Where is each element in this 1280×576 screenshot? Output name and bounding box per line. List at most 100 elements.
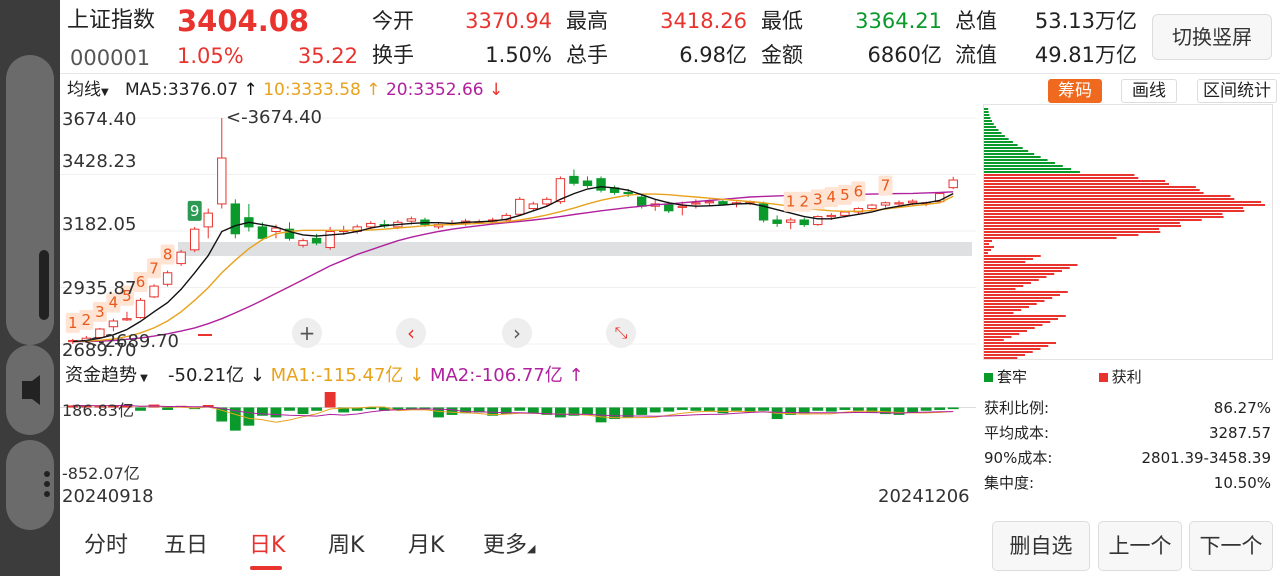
- legend-profit: 获利: [1111, 368, 1142, 386]
- badge-text: 6: [136, 273, 146, 291]
- zoom-out-button[interactable]: [190, 318, 220, 348]
- chip-bar: [984, 108, 989, 110]
- chip-bar: [984, 150, 1029, 152]
- chip-bar: [984, 132, 1002, 134]
- price-tick-4: 2935.87: [62, 278, 137, 299]
- range-stats-button[interactable]: 区间统计: [1197, 79, 1277, 103]
- chip-bar: [984, 228, 1160, 230]
- badge-text: 7: [881, 177, 891, 195]
- chip-bar: [984, 180, 1166, 182]
- turnover-label: 换手: [372, 43, 414, 67]
- fund-flow-chart[interactable]: [60, 390, 976, 480]
- candle-body: [257, 226, 268, 239]
- change-percent: 1.05%: [177, 44, 244, 68]
- chips-legend: 套牢 获利: [984, 366, 1142, 387]
- candle-body: [582, 180, 593, 187]
- chip-bar: [984, 255, 1041, 257]
- chip-bar: [984, 210, 1245, 212]
- chip-bar: [984, 195, 1231, 197]
- chip-bar: [984, 138, 1009, 140]
- bottom-bar: [60, 518, 1280, 576]
- chip-bar: [984, 156, 1041, 158]
- chip-bar: [984, 186, 1196, 188]
- stat-value: 3287.57: [1208, 424, 1271, 442]
- chip-bar: [984, 333, 1020, 335]
- chip-bar: [984, 243, 989, 245]
- tab-daily-k[interactable]: 日K: [249, 532, 285, 560]
- fund-bar: [947, 407, 959, 410]
- scroll-right-button[interactable]: ›: [502, 318, 532, 348]
- badge-text: 4: [827, 188, 837, 206]
- chip-bar: [984, 213, 1223, 215]
- fund-bar: [676, 407, 688, 410]
- chip-bar: [984, 129, 999, 131]
- tab-five-day[interactable]: 五日: [164, 532, 208, 560]
- draw-line-button[interactable]: 画线: [1121, 79, 1177, 103]
- side-handle[interactable]: [6, 55, 54, 345]
- switch-orientation-button[interactable]: 切换竖屏: [1152, 14, 1272, 60]
- tick-counter-badge: 7: [147, 258, 162, 279]
- chip-bar: [984, 111, 989, 113]
- fund-axis-top: 186.83亿: [62, 401, 134, 420]
- chip-bar: [984, 288, 1016, 290]
- fund-bar: [514, 407, 526, 411]
- scroll-left-button[interactable]: ‹: [396, 318, 426, 348]
- tab-intraday[interactable]: 分时: [84, 532, 128, 560]
- chip-bar: [984, 135, 1005, 137]
- chip-bar: [984, 312, 1014, 314]
- chip-bar: [984, 174, 1135, 176]
- candle-body: [203, 212, 213, 228]
- fund-bar: [135, 407, 146, 411]
- chip-bar: [984, 282, 1031, 284]
- tab-more[interactable]: 更多◢: [483, 532, 535, 563]
- fund-value: -50.21亿: [168, 365, 245, 386]
- zoom-in-button[interactable]: +: [292, 318, 322, 348]
- candle-body: [122, 318, 132, 321]
- index-name: 上证指数: [67, 8, 156, 33]
- fund-indicator-select[interactable]: 资金趋势 ▼: [65, 366, 148, 389]
- candle-body: [325, 230, 335, 249]
- chip-bar: [984, 231, 1161, 233]
- chip-bar: [984, 252, 988, 254]
- previous-stock-button[interactable]: 上一个: [1098, 521, 1182, 571]
- tab-monthly-k[interactable]: 月K: [408, 532, 444, 560]
- more-overlay-button[interactable]: [6, 440, 54, 530]
- trapped-swatch: [984, 373, 993, 382]
- volume-button[interactable]: [6, 345, 54, 435]
- high-value: 3418.26: [660, 9, 747, 33]
- badge-text: 2: [799, 193, 809, 211]
- chip-bar: [984, 264, 1078, 266]
- chip-bar: [984, 183, 1169, 185]
- fund-bar: [663, 407, 675, 412]
- next-stock-button[interactable]: 下一个: [1189, 521, 1273, 571]
- chip-bar: [984, 357, 1018, 359]
- candle-body: [311, 237, 322, 244]
- chip-bar: [984, 144, 1018, 146]
- chip-bar: [984, 267, 1070, 269]
- highlight-band: [178, 242, 972, 256]
- fullscreen-toggle-button[interactable]: ⤡: [606, 318, 636, 348]
- tick-counter-badge: 9: [187, 200, 202, 221]
- fund-down-arrow-icon: ↓: [244, 365, 271, 386]
- tab-more-label: 更多: [483, 533, 528, 558]
- chip-bar: [984, 201, 1262, 203]
- header-divider: [60, 73, 1280, 74]
- fund-indicator-label: 资金趋势: [65, 365, 137, 386]
- chip-bar: [984, 171, 1080, 173]
- tick-counter-badge: 1: [783, 191, 798, 212]
- tick-counter-badge: 4: [824, 187, 839, 208]
- chips-button[interactable]: 筹码: [1048, 79, 1102, 103]
- chip-bar: [984, 330, 1027, 332]
- candle-body: [162, 272, 173, 285]
- open-label: 今开: [372, 9, 414, 33]
- current-price: 3404.08: [177, 4, 310, 38]
- stat-label: 集中度:: [984, 474, 1035, 492]
- indicator-select[interactable]: 均线▼: [67, 80, 109, 103]
- tick-counter-badge: 2: [79, 309, 94, 330]
- turnover-value: 1.50%: [485, 43, 552, 67]
- volume-icon: [22, 375, 40, 405]
- tab-weekly-k[interactable]: 周K: [328, 532, 364, 560]
- remove-watchlist-button[interactable]: 删自选: [992, 521, 1090, 571]
- badge-text: 7: [149, 259, 159, 277]
- float-value: 49.81万亿: [1034, 43, 1137, 67]
